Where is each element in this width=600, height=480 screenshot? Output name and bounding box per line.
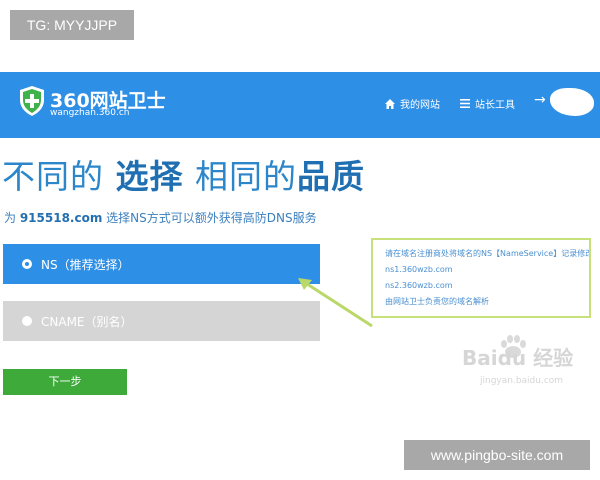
shield-logo-icon [20, 86, 44, 116]
ns-radio[interactable] [22, 259, 32, 269]
page-headline: 不同的 选择 相同的品质 [2, 157, 365, 196]
domain-name: 915518.com [19, 211, 103, 225]
logout-arrow-icon[interactable]: → [534, 92, 546, 108]
watermark-bottom: www.pingbo-site.com [404, 440, 590, 470]
baidu-watermark: Baidu 经验 [462, 346, 574, 370]
callout-line-3: ns2.360wzb.com [385, 281, 453, 290]
redaction-blob [550, 88, 594, 116]
callout-pointer-arrow [298, 278, 373, 328]
baidu-watermark-url: jingyan.baidu.com [480, 376, 564, 386]
option-cname[interactable]: CNAME（别名） [3, 301, 320, 341]
next-step-button[interactable]: 下一步 [3, 369, 127, 395]
callout-line-2: ns1.360wzb.com [385, 265, 453, 274]
menu-icon [460, 99, 470, 108]
option-ns[interactable]: NS（推荐选择） [3, 244, 320, 284]
nav-my-sites-label: 我的网站 [400, 100, 440, 111]
screenshot-area: 360网站卫士 wangzhan.360.cn 我的网站 站长工具 → 不同的 … [0, 72, 600, 408]
watermark-top: TG: MYYJJPP [10, 10, 134, 40]
domain-subtitle: 为 915518.com 选择NS方式可以额外获得高防DNS服务 [4, 211, 317, 225]
option-cname-label: CNAME（别名） [41, 315, 133, 329]
option-ns-label: NS（推荐选择） [41, 258, 130, 272]
nav-webmaster-tools[interactable]: 站长工具 [460, 96, 515, 111]
top-navbar: 360网站卫士 wangzhan.360.cn 我的网站 站长工具 → [0, 72, 600, 138]
logo-subtitle: wangzhan.360.cn [50, 108, 130, 118]
home-icon [385, 98, 395, 109]
callout-line-4: 由网站卫士负责您的域名解析 [385, 297, 489, 306]
nav-webmaster-tools-label: 站长工具 [475, 100, 515, 111]
nav-my-sites[interactable]: 我的网站 [385, 96, 440, 111]
ns-instructions-callout: 请在域名注册商处将域名的NS【NameService】记录修改为 ns1.360… [371, 238, 591, 318]
callout-line-1: 请在域名注册商处将域名的NS【NameService】记录修改为 [385, 249, 591, 258]
cname-radio[interactable] [22, 316, 32, 326]
